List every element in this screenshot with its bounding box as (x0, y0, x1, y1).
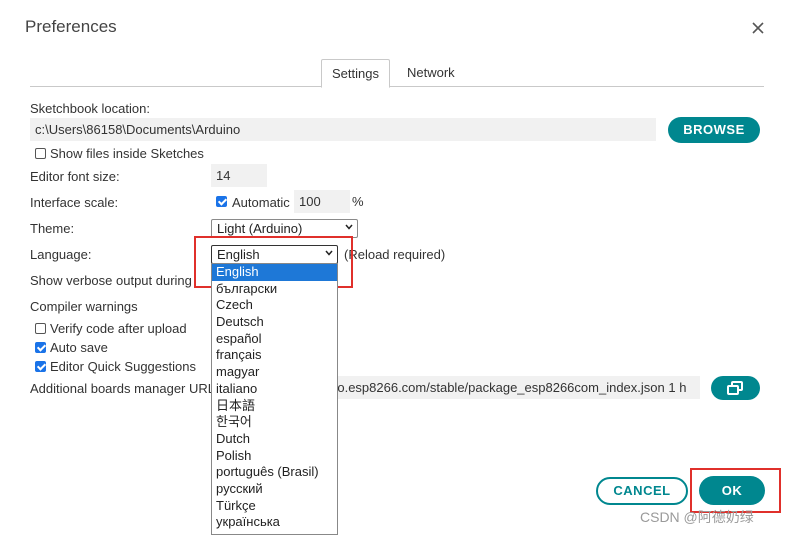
language-option[interactable]: 한국어 (212, 414, 337, 431)
watermark: CSDN @阿德奶绿 (640, 509, 754, 525)
theme-label: Theme: (30, 221, 75, 236)
dialog-title: Preferences (25, 17, 117, 36)
language-option[interactable]: 日本語 (212, 398, 337, 415)
tab-divider (30, 86, 764, 87)
language-dropdown[interactable]: English български Czech Deutsch español … (211, 263, 338, 535)
compiler-warnings-label: Compiler warnings (30, 299, 138, 314)
verify-upload-label: Verify code after upload (50, 321, 187, 336)
show-files-checkbox[interactable] (35, 148, 46, 159)
language-option[interactable]: français (212, 347, 337, 364)
browse-button[interactable]: BROWSE (668, 117, 760, 143)
language-option[interactable]: Polish (212, 448, 337, 465)
language-option[interactable]: Dutch (212, 431, 337, 448)
interface-scale-label: Interface scale: (30, 195, 119, 210)
language-option[interactable]: Czech (212, 297, 337, 314)
auto-save-checkbox[interactable] (35, 342, 46, 353)
verbose-label: Show verbose output during (30, 273, 192, 288)
window-icon (727, 381, 743, 395)
scale-unit: % (352, 194, 364, 209)
verify-upload-checkbox[interactable] (35, 323, 46, 334)
automatic-checkbox[interactable] (216, 196, 227, 207)
language-option[interactable]: magyar (212, 364, 337, 381)
sketchbook-label: Sketchbook location: (30, 101, 150, 116)
font-size-input[interactable]: 14 (211, 164, 267, 187)
show-files-label: Show files inside Sketches (50, 146, 204, 161)
language-label: Language: (30, 247, 92, 262)
sketchbook-path-input[interactable]: c:\Users\86158\Documents\Arduino (30, 118, 656, 141)
quick-suggestions-label: Editor Quick Suggestions (50, 359, 196, 374)
open-url-window-button[interactable] (711, 376, 760, 400)
language-option[interactable]: Türkçe (212, 498, 337, 515)
font-size-label: Editor font size: (30, 169, 120, 184)
theme-value: Light (Arduino) (217, 221, 303, 236)
tab-network[interactable]: Network (397, 59, 465, 86)
language-option[interactable]: español (212, 331, 337, 348)
language-option[interactable]: italiano (212, 381, 337, 398)
reload-note: (Reload required) (344, 247, 446, 262)
cancel-button[interactable]: CANCEL (596, 477, 688, 505)
language-option[interactable]: Deutsch (212, 314, 337, 331)
language-option[interactable]: українська (212, 514, 337, 531)
quick-suggestions-checkbox[interactable] (35, 361, 46, 372)
close-icon[interactable] (748, 18, 768, 38)
tab-settings[interactable]: Settings (321, 59, 390, 88)
language-option[interactable]: português (Brasil) (212, 464, 337, 481)
auto-save-label: Auto save (50, 340, 108, 355)
automatic-label: Automatic (232, 195, 290, 210)
boards-url-input[interactable]: uino.esp8266.com/stable/package_esp8266c… (300, 376, 700, 399)
scale-input[interactable]: 100 (294, 190, 350, 213)
language-option[interactable]: English (212, 264, 337, 281)
chevron-down-icon (345, 224, 353, 230)
language-option[interactable]: български (212, 281, 337, 298)
language-option[interactable]: русский (212, 481, 337, 498)
boards-url-label: Additional boards manager URL (30, 381, 215, 396)
